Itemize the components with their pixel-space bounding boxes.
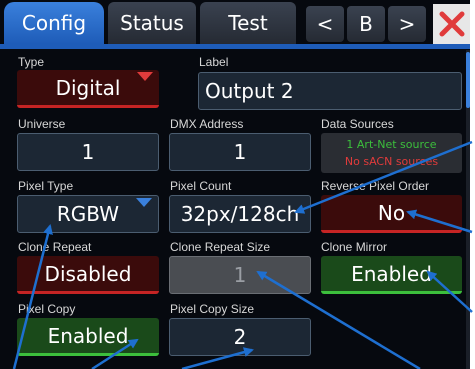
dmx-address-value: 1 [233, 140, 247, 164]
tab-test[interactable]: Test [200, 2, 296, 44]
dmx-address-label: DMX Address [170, 117, 244, 131]
clone-repeat-size-input[interactable]: 1 [169, 256, 311, 294]
clone-mirror-value: Enabled [351, 261, 432, 286]
page-indicator: B [347, 6, 385, 42]
pixel-copy-size-value: 2 [233, 325, 247, 349]
dmx-address-input[interactable]: 1 [169, 133, 311, 171]
clone-mirror-toggle[interactable]: Enabled [321, 256, 462, 294]
output-label-value: Output 2 [205, 79, 294, 103]
prev-page-label: < [316, 12, 334, 36]
art-net-source-status: 1 Art-Net source [346, 138, 437, 151]
tab-config[interactable]: Config [4, 2, 104, 44]
data-sources-box: 1 Art-Net source No sACN sources [321, 133, 462, 173]
pixel-copy-size-label: Pixel Copy Size [170, 302, 255, 316]
reverse-pixel-order-toggle[interactable]: No [321, 195, 462, 233]
clone-mirror-label: Clone Mirror [321, 240, 388, 254]
data-sources-label: Data Sources [321, 117, 394, 131]
tab-config-label: Config [21, 11, 87, 35]
chevron-down-icon [137, 72, 153, 81]
clone-repeat-size-label: Clone Repeat Size [170, 240, 271, 254]
tab-status-label: Status [120, 11, 184, 35]
clone-repeat-toggle[interactable]: Disabled [17, 256, 159, 294]
pixel-copy-toggle[interactable]: Enabled [17, 318, 159, 356]
pixel-copy-label: Pixel Copy [18, 302, 76, 316]
prev-page-button[interactable]: < [306, 6, 344, 42]
sacn-source-status: No sACN sources [344, 155, 439, 168]
clone-repeat-size-value: 1 [233, 263, 247, 287]
clone-repeat-label: Clone Repeat [18, 240, 92, 254]
pixel-count-input[interactable]: 32px/128ch [169, 195, 311, 233]
tab-underline [0, 44, 470, 49]
next-page-label: > [398, 12, 416, 36]
pixel-count-label: Pixel Count [170, 179, 232, 193]
universe-label: Universe [18, 117, 66, 131]
pixel-count-value: 32px/128ch [180, 202, 300, 226]
output-label-label: Label [199, 55, 229, 69]
pixel-copy-value: Enabled [47, 323, 129, 348]
output-label-input[interactable]: Output 2 [198, 72, 462, 110]
pixel-copy-size-input[interactable]: 2 [169, 318, 311, 356]
type-label: Type [18, 55, 45, 69]
universe-input[interactable]: 1 [17, 133, 159, 171]
tab-test-label: Test [228, 11, 268, 35]
type-dropdown[interactable]: Digital [17, 70, 159, 108]
tab-status[interactable]: Status [108, 2, 196, 44]
universe-value: 1 [81, 140, 95, 164]
pixel-type-label: Pixel Type [18, 179, 74, 193]
close-icon [439, 11, 464, 37]
page-indicator-label: B [359, 12, 373, 36]
device-screen: Config Status Test < B > Type Digital La… [0, 0, 470, 369]
next-page-button[interactable]: > [388, 6, 426, 42]
pixel-type-value: RGBW [56, 202, 120, 226]
reverse-pixel-order-value: No [377, 200, 406, 225]
close-button[interactable] [433, 4, 470, 44]
reverse-pixel-order-label: Reverse Pixel Order [321, 179, 430, 193]
scrollbar-thumb[interactable] [466, 52, 470, 108]
clone-repeat-value: Disabled [44, 261, 132, 286]
type-value: Digital [55, 75, 121, 100]
chevron-down-icon [136, 198, 152, 207]
pixel-type-dropdown[interactable]: RGBW [17, 195, 159, 233]
